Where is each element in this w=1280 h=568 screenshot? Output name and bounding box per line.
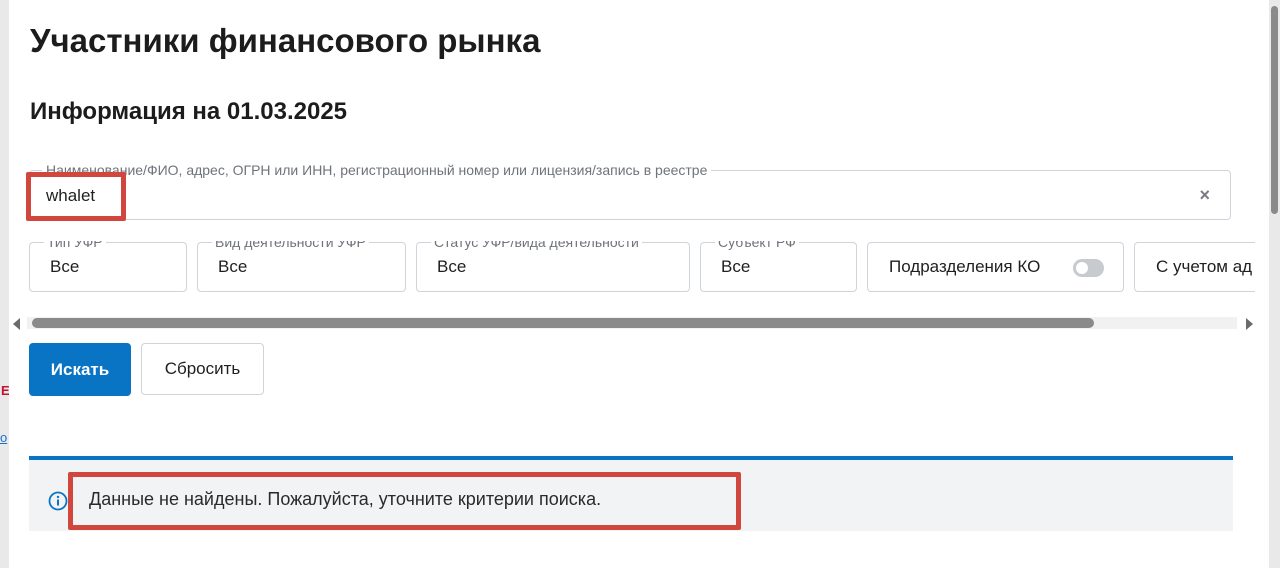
no-results-message: Данные не найдены. Пожалуйста, уточните … [89,489,602,509]
filters-row: Тип УФР Все Вид деятельности УФР Все Ста… [29,241,1255,293]
filter-status-label: Статус УФР/вида деятельности [431,241,642,250]
scroll-left-arrow-icon[interactable] [13,318,20,330]
search-button[interactable]: Искать [29,343,131,396]
no-results-notice: Данные не найдены. Пожалуйста, уточните … [29,456,1233,531]
filter-region-value: Все [721,257,751,276]
scrollbar-track[interactable] [27,317,1237,329]
background-link-fragment[interactable]: о [0,430,7,445]
filter-region[interactable]: Субъект РФ Все [700,241,857,292]
info-icon [48,491,68,511]
search-input[interactable] [46,186,1146,206]
filter-branches-label: Подразделения КО [889,257,1041,276]
filter-status[interactable]: Статус УФР/вида деятельности Все [416,241,690,292]
branches-toggle[interactable] [1073,259,1104,277]
vertical-scrollbar[interactable] [1269,0,1280,568]
page-title: Участники финансового рынка [30,22,541,59]
reset-button[interactable]: Сбросить [141,343,264,395]
scroll-right-arrow-icon[interactable] [1246,318,1253,330]
filter-ufr-type-value: Все [50,257,80,276]
filter-extra[interactable]: С учетом ад [1134,242,1255,292]
search-field-label: Наименование/ФИО, адрес, ОГРН или ИНН, р… [42,162,712,178]
filter-status-value: Все [437,257,467,276]
filter-activity-type[interactable]: Вид деятельности УФР Все [197,241,406,292]
page: Е о Участники финансового рынка Информац… [0,0,1280,568]
financial-market-participants-panel: Участники финансового рынка Информация н… [9,0,1269,568]
search-field[interactable]: Наименование/ФИО, адрес, ОГРН или ИНН, р… [29,162,1231,220]
vertical-scrollbar-thumb[interactable] [1271,6,1278,214]
scrollbar-thumb[interactable] [32,318,1094,328]
filter-branches: Подразделения КО [867,242,1124,292]
background-page-edge: Е о [0,0,10,568]
filter-extra-label: С учетом ад [1156,257,1253,276]
toggle-knob [1076,262,1088,274]
filter-ufr-type-label: Тип УФР [44,241,106,250]
filter-activity-type-value: Все [218,257,248,276]
filter-region-label: Субъект РФ [715,241,799,250]
filter-activity-type-label: Вид деятельности УФР [212,241,369,250]
filter-ufr-type[interactable]: Тип УФР Все [29,241,187,292]
info-date-heading: Информация на 01.03.2025 [30,98,348,125]
filters-horizontal-scrollbar[interactable] [13,315,1253,331]
close-icon[interactable]: × [1199,185,1210,206]
